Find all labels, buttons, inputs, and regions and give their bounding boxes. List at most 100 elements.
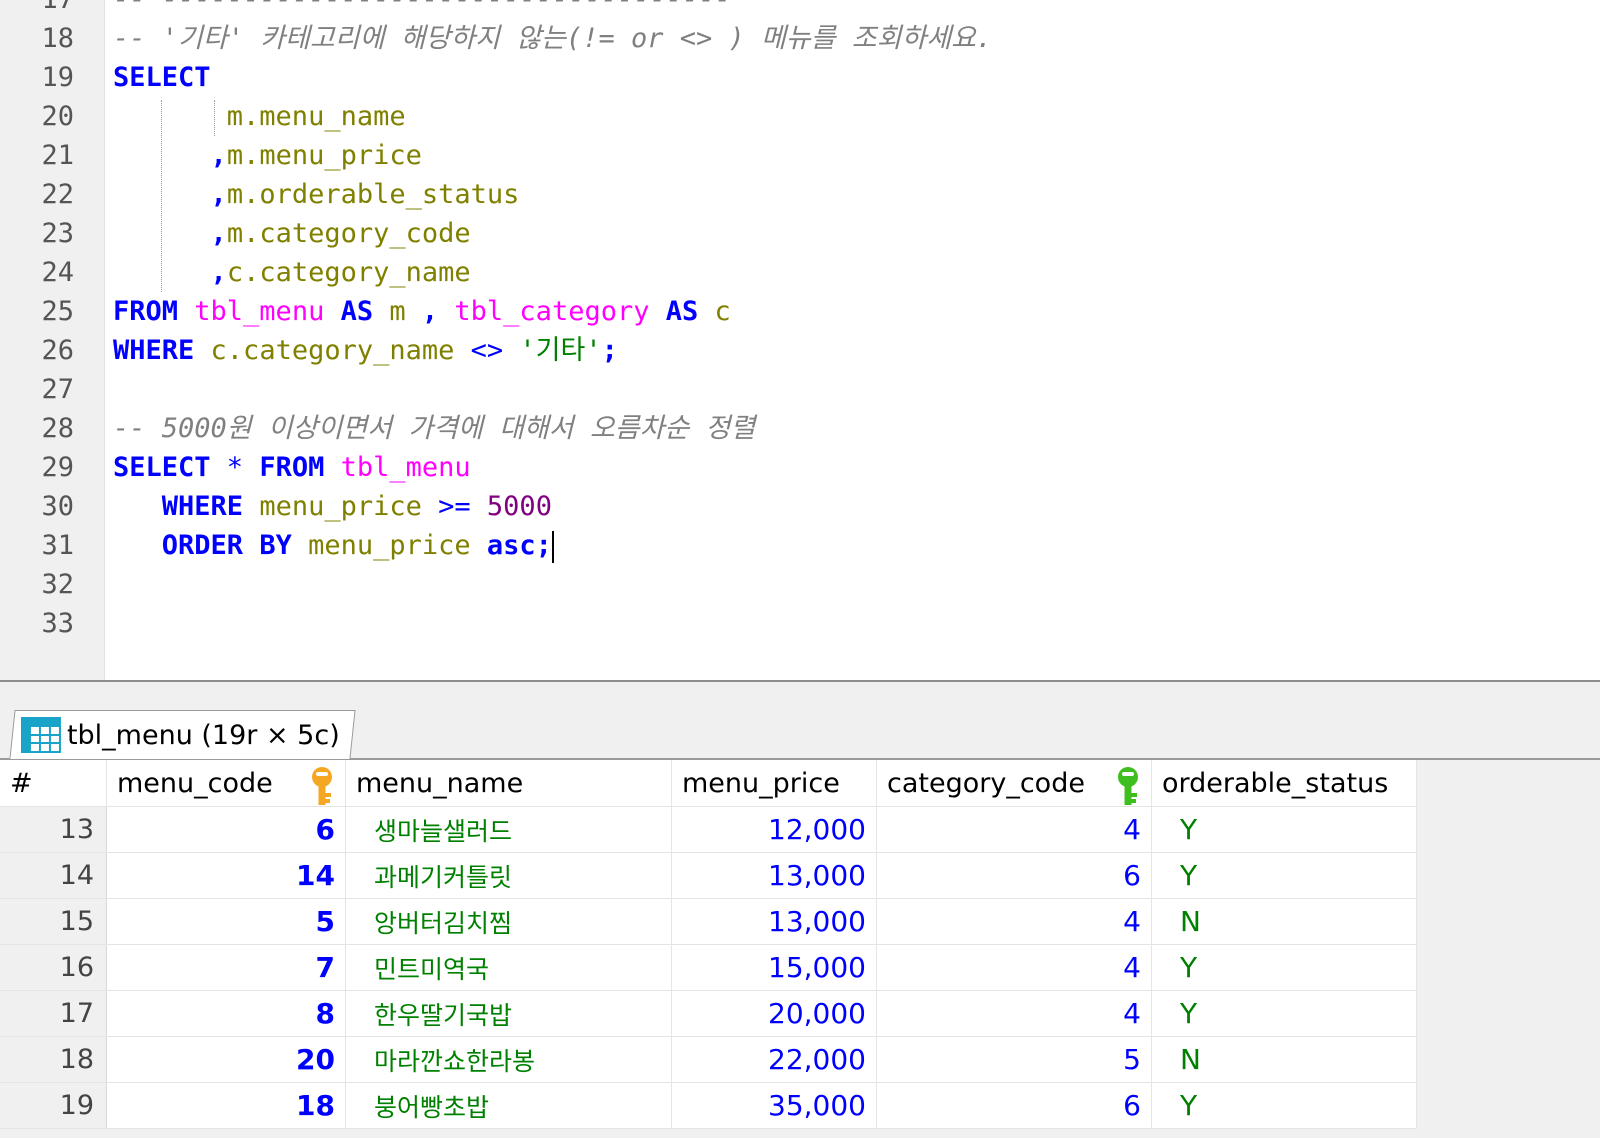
- line-number: 26: [41, 335, 74, 366]
- cell-menu-price[interactable]: 22,000: [671, 1036, 877, 1083]
- cell-menu-name[interactable]: 과메기커틀릿: [345, 852, 672, 899]
- cell-orderable-status[interactable]: Y: [1151, 944, 1417, 991]
- cell-category-code[interactable]: 5: [876, 1036, 1152, 1083]
- foreign-key-icon: [1118, 767, 1138, 805]
- code-token: m.menu_price: [226, 140, 422, 171]
- cell-category-code[interactable]: 4: [876, 806, 1152, 853]
- code-token: tbl_category: [454, 296, 666, 327]
- cell-menu-name[interactable]: 붕어빵초밥: [345, 1082, 672, 1129]
- header-menu-code-label: menu_code: [117, 767, 273, 799]
- cell-menu-name[interactable]: 앙버터김치찜: [345, 898, 672, 945]
- code-line[interactable]: ,c.category_name: [113, 253, 471, 293]
- table-row[interactable]: 14 14 과메기커틀릿 13,000 6 Y: [0, 852, 1417, 899]
- code-token: AS: [340, 296, 390, 327]
- table-row[interactable]: 17 8 한우딸기국밥 20,000 4 Y: [0, 990, 1417, 1037]
- cell-category-code[interactable]: 6: [876, 852, 1152, 899]
- cell-orderable-status[interactable]: N: [1151, 898, 1417, 945]
- cell-menu-name[interactable]: 한우딸기국밥: [345, 990, 672, 1037]
- table-row[interactable]: 19 18 붕어빵초밥 35,000 6 Y: [0, 1082, 1417, 1129]
- cell-category-code[interactable]: 4: [876, 944, 1152, 991]
- code-token: 5000: [486, 491, 552, 522]
- code-token: SELECT: [113, 62, 211, 93]
- cell-orderable-status[interactable]: Y: [1151, 1082, 1417, 1129]
- code-line[interactable]: FROM tbl_menu AS m , tbl_category AS c: [113, 292, 731, 332]
- header-orderable-status[interactable]: orderable_status: [1151, 760, 1417, 807]
- cell-menu-name[interactable]: 민트미역국: [345, 944, 672, 991]
- code-line[interactable]: WHERE c.category_name <> '기타';: [113, 331, 618, 371]
- cell-menu-code[interactable]: 20: [106, 1036, 346, 1083]
- code-token: -- 5000원 이상이면서 가격에 대해서 오름차순 정렬: [113, 413, 756, 444]
- code-token: tbl_menu: [194, 296, 341, 327]
- code-token: FROM: [259, 452, 341, 483]
- table-row[interactable]: 13 6 생마늘샐러드 12,000 4 Y: [0, 806, 1417, 853]
- cell-menu-name[interactable]: 생마늘샐러드: [345, 806, 672, 853]
- line-number: 20: [41, 101, 74, 132]
- code-line[interactable]: -- '기타' 카테고리에 해당하지 않는(!= or <> ) 메뉴를 조회하…: [113, 19, 992, 59]
- line-number: 27: [41, 374, 74, 405]
- table-row[interactable]: 18 20 마라깐쇼한라봉 22,000 5 N: [0, 1036, 1417, 1083]
- table-row[interactable]: 16 7 민트미역국 15,000 4 Y: [0, 944, 1417, 991]
- line-number: 28: [41, 413, 74, 444]
- line-number: 19: [41, 62, 74, 93]
- line-number: 25: [41, 296, 74, 327]
- header-menu-name[interactable]: menu_name: [345, 760, 672, 807]
- cell-orderable-status[interactable]: Y: [1151, 806, 1417, 853]
- result-tab-tbl-menu[interactable]: tbl_menu (19r × 5c): [9, 710, 356, 759]
- code-line[interactable]: m.menu_name: [113, 97, 406, 137]
- cell-menu-code[interactable]: 7: [106, 944, 346, 991]
- code-token: AS: [665, 296, 715, 327]
- cell-menu-price[interactable]: 15,000: [671, 944, 877, 991]
- cell-orderable-status[interactable]: N: [1151, 1036, 1417, 1083]
- code-token: ,: [210, 179, 227, 210]
- code-token: menu_price: [308, 530, 487, 561]
- line-number-gutter: 17 18 19 20 21 22 23 24 25 26 27 28 29 30 31 32 33: [0, 0, 105, 680]
- code-token: c: [714, 296, 731, 327]
- header-menu-price[interactable]: menu_price: [671, 760, 877, 807]
- code-token: ,: [421, 296, 455, 327]
- cell-orderable-status[interactable]: Y: [1151, 990, 1417, 1037]
- table-row[interactable]: 15 5 앙버터김치찜 13,000 4 N: [0, 898, 1417, 945]
- code-token: SELECT: [113, 452, 227, 483]
- code-line[interactable]: SELECT: [113, 58, 211, 98]
- cell-menu-code[interactable]: 6: [106, 806, 346, 853]
- code-line[interactable]: -- -----------------------------------: [113, 0, 731, 20]
- code-line[interactable]: -- 5000원 이상이면서 가격에 대해서 오름차순 정렬: [113, 409, 755, 449]
- cell-category-code[interactable]: 6: [876, 1082, 1152, 1129]
- table-grid-icon: [20, 717, 61, 753]
- code-line[interactable]: ,m.menu_price: [113, 136, 422, 176]
- cell-category-code[interactable]: 4: [876, 990, 1152, 1037]
- cell-menu-code[interactable]: 14: [106, 852, 346, 899]
- cell-menu-price[interactable]: 13,000: [671, 852, 877, 899]
- header-menu-code[interactable]: menu_code: [106, 760, 346, 807]
- cell-menu-code[interactable]: 8: [106, 990, 346, 1037]
- code-token: asc;: [486, 530, 552, 561]
- code-token: <>: [470, 335, 520, 366]
- line-number: 31: [41, 530, 74, 561]
- code-token: WHERE: [113, 335, 211, 366]
- primary-key-icon: [312, 767, 332, 805]
- cell-menu-code[interactable]: 5: [106, 898, 346, 945]
- result-tab-bar: tbl_menu (19r × 5c): [0, 682, 1600, 760]
- code-line[interactable]: SELECT * FROM tbl_menu: [113, 448, 471, 488]
- cell-menu-price[interactable]: 35,000: [671, 1082, 877, 1129]
- cell-menu-price[interactable]: 20,000: [671, 990, 877, 1037]
- cell-orderable-status[interactable]: Y: [1151, 852, 1417, 899]
- cell-menu-price[interactable]: 12,000: [671, 806, 877, 853]
- line-number: 30: [41, 491, 74, 522]
- code-line[interactable]: ,m.category_code: [113, 214, 471, 254]
- code-token: tbl_menu: [340, 452, 471, 483]
- cell-menu-code[interactable]: 18: [106, 1082, 346, 1129]
- header-category-code[interactable]: category_code: [876, 760, 1152, 807]
- result-grid[interactable]: # menu_code menu_name menu_price categor…: [0, 760, 1417, 1129]
- cell-category-code[interactable]: 4: [876, 898, 1152, 945]
- cell-menu-price[interactable]: 13,000: [671, 898, 877, 945]
- sql-editor[interactable]: 17 18 19 20 21 22 23 24 25 26 27 28 29 30 31 32 33 -- --…: [0, 0, 1600, 680]
- code-line[interactable]: ORDER BY menu_price asc;: [113, 526, 554, 566]
- result-tab-label: tbl_menu (19r × 5c): [66, 719, 340, 751]
- cell-menu-name[interactable]: 마라깐쇼한라봉: [345, 1036, 672, 1083]
- code-line[interactable]: WHERE menu_price >= 5000: [113, 487, 552, 527]
- row-number: 17: [0, 990, 107, 1037]
- code-line[interactable]: ,m.orderable_status: [113, 175, 520, 215]
